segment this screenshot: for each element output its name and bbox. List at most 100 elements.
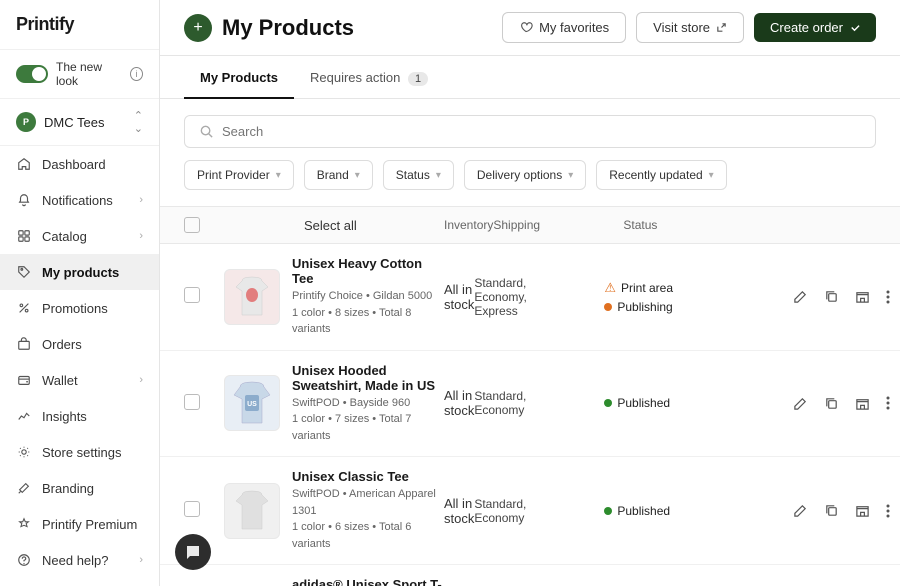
sidebar-item-dashboard[interactable]: Dashboard bbox=[0, 146, 159, 182]
chevron-right-icon: › bbox=[139, 554, 143, 566]
sidebar-item-need-help[interactable]: Need help? › bbox=[0, 542, 159, 578]
info-icon[interactable]: i bbox=[130, 67, 143, 81]
sidebar-item-my-products[interactable]: My products bbox=[0, 254, 159, 290]
sidebar-item-wallet[interactable]: Wallet › bbox=[0, 362, 159, 398]
duplicate-button[interactable] bbox=[820, 392, 843, 415]
sidebar-item-promotions[interactable]: Promotions bbox=[0, 290, 159, 326]
product-info: Unisex Classic Tee SwiftPOD • American A… bbox=[280, 469, 444, 552]
print-provider-filter[interactable]: Print Provider ▾ bbox=[184, 160, 294, 190]
product-info: Unisex Hooded Sweatshirt, Made in US Swi… bbox=[280, 363, 444, 445]
sidebar-item-branding[interactable]: Branding bbox=[0, 470, 159, 506]
row-checkbox[interactable] bbox=[184, 394, 200, 410]
edit-button[interactable] bbox=[789, 392, 812, 415]
brush-icon bbox=[16, 480, 32, 496]
product-name: Unisex Hooded Sweatshirt, Made in US bbox=[292, 363, 444, 393]
chevron-down-icon: ▾ bbox=[355, 170, 360, 181]
product-variants: 1 color • 6 sizes • Total 6 variants bbox=[292, 519, 444, 552]
sidebar-item-store-settings[interactable]: Store settings bbox=[0, 434, 159, 470]
chevron-down-icon: ▾ bbox=[568, 170, 573, 181]
sidebar-item-label: Need help? bbox=[42, 553, 109, 568]
sidebar-item-label: Notifications bbox=[42, 193, 113, 208]
row-actions bbox=[734, 285, 894, 308]
tab-requires-action[interactable]: Requires action 1 bbox=[294, 56, 444, 99]
filter-row: Print Provider ▾ Brand ▾ Status ▾ Delive… bbox=[184, 160, 876, 190]
store-name: DMC Tees bbox=[44, 115, 104, 130]
select-all-checkbox[interactable] bbox=[184, 217, 200, 233]
grid-icon bbox=[16, 228, 32, 244]
store-button[interactable] bbox=[851, 392, 874, 415]
row-checkbox[interactable] bbox=[184, 287, 200, 303]
svg-text:US: US bbox=[247, 401, 257, 408]
store-selector[interactable]: P DMC Tees ⌃⌄ bbox=[0, 99, 159, 146]
row-checkbox[interactable] bbox=[184, 501, 200, 517]
my-favorites-button[interactable]: My favorites bbox=[502, 12, 626, 43]
store-button[interactable] bbox=[851, 499, 874, 522]
shipping-cell: Standard,Economy bbox=[474, 497, 604, 525]
recently-updated-filter[interactable]: Recently updated ▾ bbox=[596, 160, 726, 190]
more-options-button[interactable] bbox=[882, 500, 894, 522]
shipping-cell: Standard,Economy,Express bbox=[474, 276, 604, 318]
edit-button[interactable] bbox=[789, 499, 812, 522]
chat-button[interactable] bbox=[175, 534, 211, 570]
delivery-options-filter[interactable]: Delivery options ▾ bbox=[464, 160, 586, 190]
create-order-button[interactable]: Create order bbox=[754, 13, 876, 42]
bell-icon bbox=[16, 192, 32, 208]
visit-store-button[interactable]: Visit store bbox=[636, 12, 744, 43]
help-icon bbox=[16, 552, 32, 568]
duplicate-button[interactable] bbox=[820, 499, 843, 522]
sidebar-item-label: Wallet bbox=[42, 373, 78, 388]
inventory-cell: All in stock bbox=[444, 496, 474, 526]
product-info: adidas® Unisex Sport T-shirt Fulfill Eng… bbox=[280, 577, 444, 586]
more-options-button[interactable] bbox=[882, 286, 894, 308]
sidebar-item-label: Printify Premium bbox=[42, 517, 137, 532]
sidebar-item-catalog[interactable]: Catalog › bbox=[0, 218, 159, 254]
duplicate-button[interactable] bbox=[820, 285, 843, 308]
table-row: US Unisex Hooded Sweatshirt, Made in US … bbox=[160, 351, 900, 458]
store-chevron-icon: ⌃⌄ bbox=[134, 109, 143, 135]
sidebar-item-label: Branding bbox=[42, 481, 94, 496]
sidebar-item-printify-premium[interactable]: Printify Premium bbox=[0, 506, 159, 542]
inventory-cell: All in stock bbox=[444, 388, 474, 418]
store-button[interactable] bbox=[851, 285, 874, 308]
new-look-toggle[interactable] bbox=[16, 65, 48, 83]
sidebar-item-resources[interactable]: Resources › bbox=[0, 578, 159, 586]
shipping-header: Shipping bbox=[493, 218, 623, 232]
sidebar-item-orders[interactable]: Orders bbox=[0, 326, 159, 362]
chart-icon bbox=[16, 408, 32, 424]
edit-button[interactable] bbox=[789, 285, 812, 308]
sidebar: Printify The new look i P DMC Tees ⌃⌄ Da… bbox=[0, 0, 160, 586]
tab-my-products[interactable]: My Products bbox=[184, 56, 294, 99]
inventory-cell: All in stock bbox=[444, 282, 474, 312]
sidebar-item-label: Orders bbox=[42, 337, 82, 352]
table-row: Unisex Heavy Cotton Tee Printify Choice … bbox=[160, 244, 900, 351]
chevron-right-icon: › bbox=[139, 194, 143, 206]
product-thumbnail bbox=[224, 269, 280, 325]
tag-icon bbox=[16, 264, 32, 280]
sidebar-item-notifications[interactable]: Notifications › bbox=[0, 182, 159, 218]
more-options-button[interactable] bbox=[882, 392, 894, 414]
dot-green-icon bbox=[604, 399, 612, 407]
status-badge-published: Published bbox=[604, 396, 734, 410]
warning-icon: ⚠ bbox=[604, 280, 616, 296]
product-provider: SwiftPOD • Bayside 960 bbox=[292, 395, 444, 412]
sidebar-item-label: Insights bbox=[42, 409, 87, 424]
status-badge-warning: ⚠ Print area bbox=[604, 280, 734, 296]
inventory-header: Inventory bbox=[444, 218, 493, 232]
search-input[interactable] bbox=[222, 124, 861, 139]
shipping-cell: Standard,Economy bbox=[474, 389, 604, 417]
status-filter[interactable]: Status ▾ bbox=[383, 160, 454, 190]
store-icon: P bbox=[16, 112, 36, 132]
sidebar-item-label: Dashboard bbox=[42, 157, 106, 172]
wallet-icon bbox=[16, 372, 32, 388]
product-variants: 1 color • 8 sizes • Total 8 variants bbox=[292, 305, 444, 338]
add-product-button[interactable]: + bbox=[184, 14, 212, 42]
filters-section: Print Provider ▾ Brand ▾ Status ▾ Delive… bbox=[160, 99, 900, 207]
brand-filter[interactable]: Brand ▾ bbox=[304, 160, 373, 190]
status-badge-published: Published bbox=[604, 504, 734, 518]
sidebar-item-label: Store settings bbox=[42, 445, 122, 460]
row-actions bbox=[734, 392, 894, 415]
product-info: Unisex Heavy Cotton Tee Printify Choice … bbox=[280, 256, 444, 338]
sidebar-item-insights[interactable]: Insights bbox=[0, 398, 159, 434]
tabs: My Products Requires action 1 bbox=[160, 56, 900, 99]
percent-icon bbox=[16, 300, 32, 316]
